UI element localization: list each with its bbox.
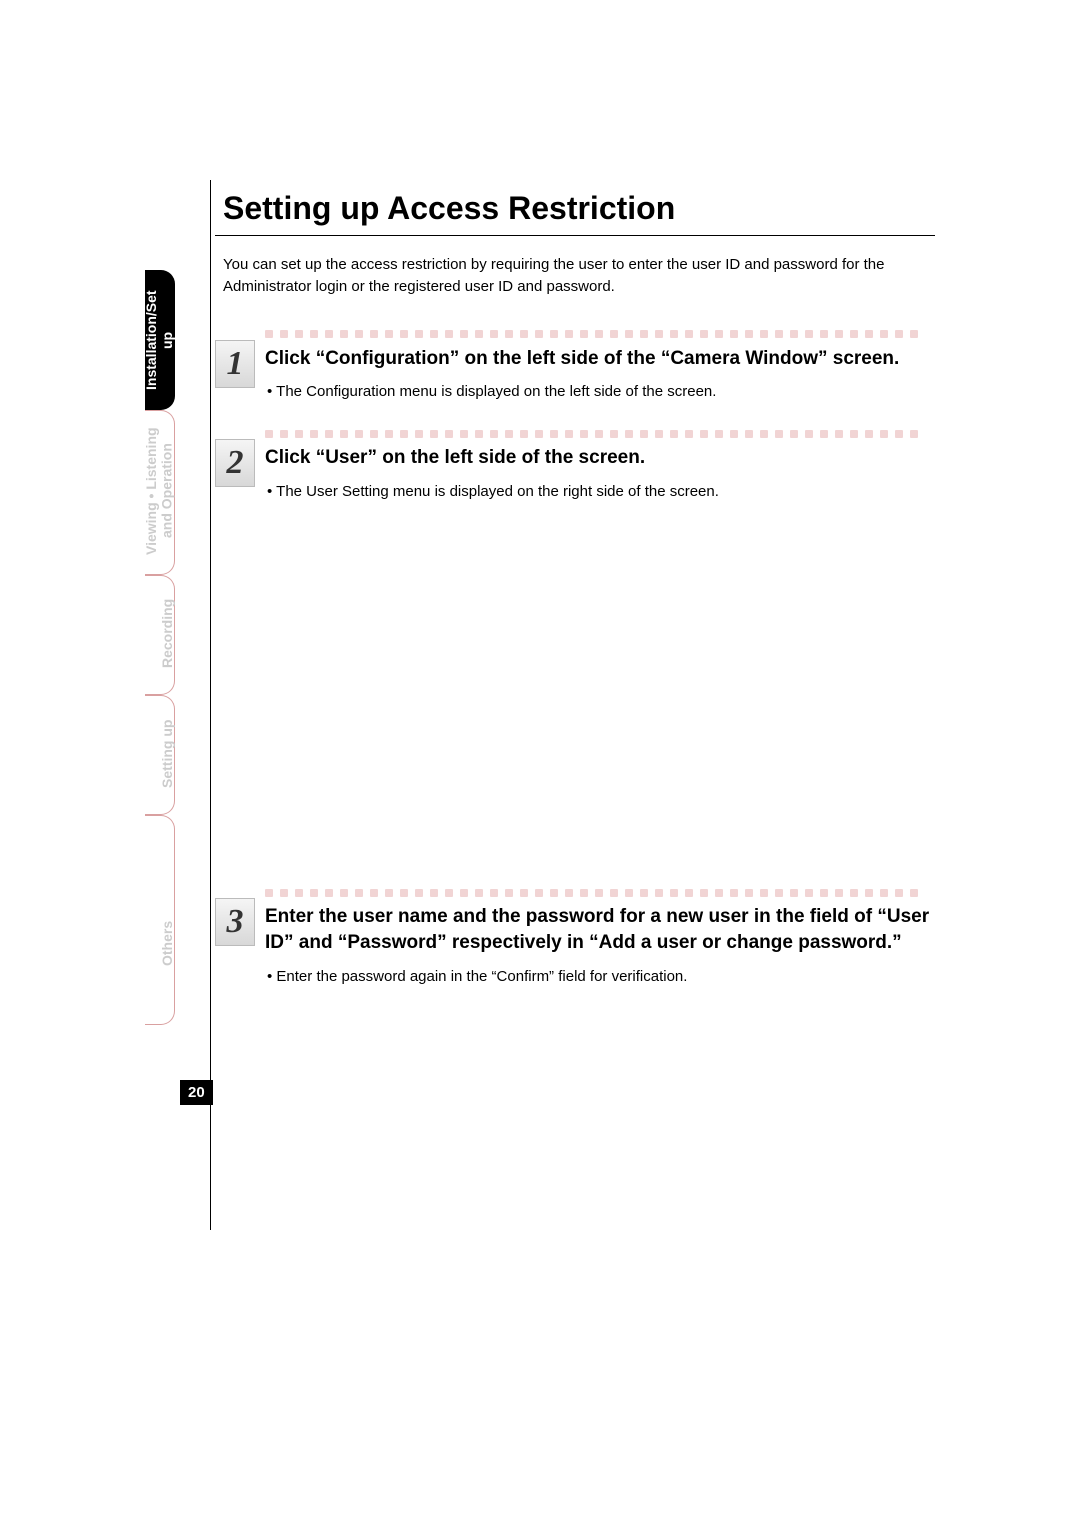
step-bullet: The Configuration menu is displayed on t… bbox=[265, 381, 935, 403]
step-heading: Enter the user name and the password for… bbox=[265, 904, 935, 955]
tab-installation-setup: Installation/Set up bbox=[145, 270, 175, 410]
screenshot-placeholder-gap bbox=[215, 524, 935, 884]
content-left-rule bbox=[210, 180, 211, 1230]
intro-paragraph: You can set up the access restriction by… bbox=[215, 254, 935, 298]
tab-viewing-listening: Viewing • Listening and Operation bbox=[145, 410, 175, 575]
tab-label: Others bbox=[159, 876, 175, 1011]
step-number-badge: 2 bbox=[215, 439, 255, 487]
manual-page: Installation/Set up Viewing • Listening … bbox=[0, 0, 1080, 1527]
tab-label: Setting up bbox=[159, 706, 175, 801]
tab-label: Recording bbox=[159, 586, 175, 681]
decorative-dots bbox=[265, 326, 935, 340]
step-number-badge: 1 bbox=[215, 340, 255, 388]
step-heading: Click “User” on the left side of the scr… bbox=[265, 445, 935, 471]
content-area: Setting up Access Restriction You can se… bbox=[215, 180, 935, 1009]
page-title: Setting up Access Restriction bbox=[215, 180, 935, 236]
decorative-dots bbox=[265, 884, 935, 898]
step-1: 1 Click “Configuration” on the left side… bbox=[215, 326, 935, 403]
step-2: 2 Click “User” on the left side of the s… bbox=[215, 425, 935, 502]
step-bullet: Enter the password again in the “Confirm… bbox=[265, 966, 935, 988]
section-tab-strip: Installation/Set up bbox=[145, 270, 195, 420]
tab-label: Viewing • Listening and Operation bbox=[144, 421, 175, 561]
step-heading: Click “Configuration” on the left side o… bbox=[265, 346, 935, 372]
tab-others: Others bbox=[145, 815, 175, 1025]
tab-recording: Recording bbox=[145, 575, 175, 695]
step-bullet: The User Setting menu is displayed on th… bbox=[265, 481, 935, 503]
tab-setting-up: Setting up bbox=[145, 695, 175, 815]
tab-label: Installation/Set up bbox=[143, 280, 175, 400]
decorative-dots bbox=[265, 425, 935, 439]
step-number-badge: 3 bbox=[215, 898, 255, 946]
page-number-badge: 20 bbox=[180, 1080, 213, 1105]
step-3: 3 Enter the user name and the password f… bbox=[215, 884, 935, 987]
